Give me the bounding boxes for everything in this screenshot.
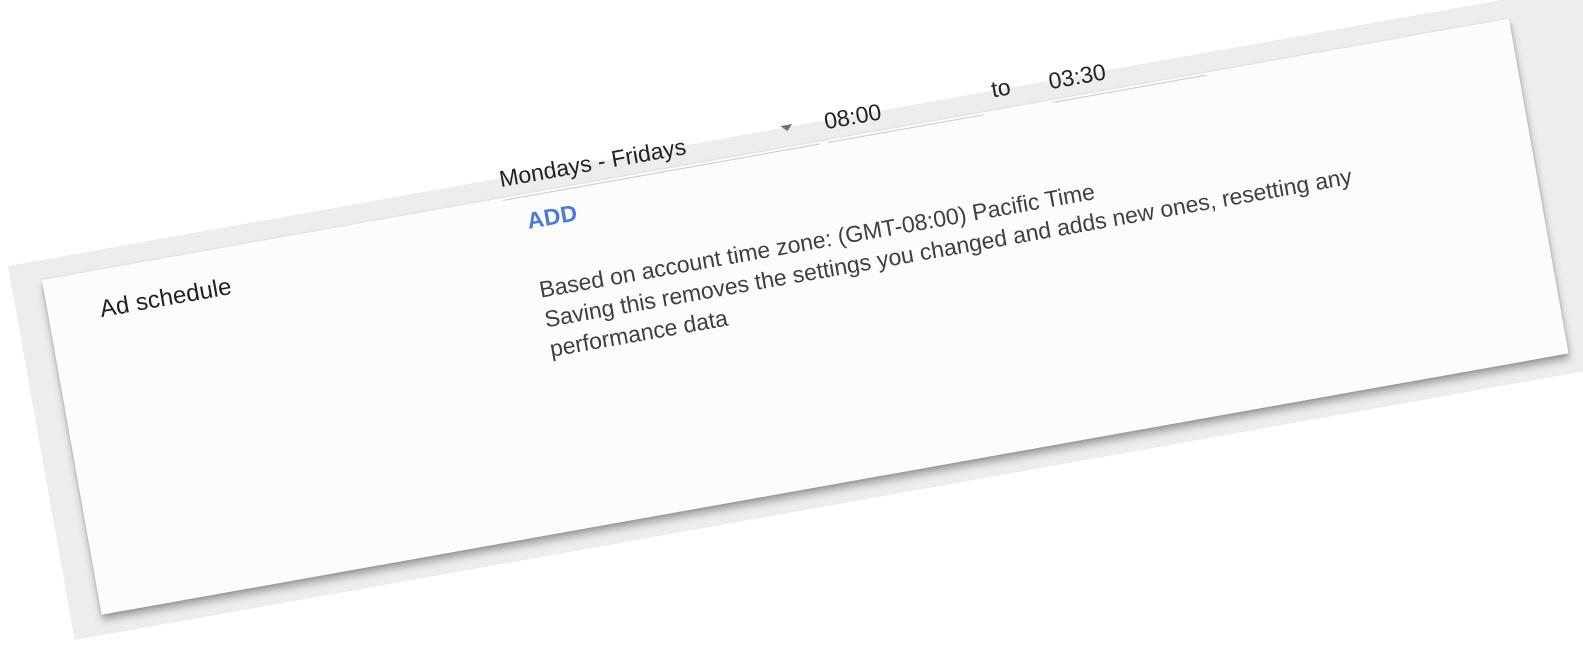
to-label: to [989, 73, 1013, 103]
add-schedule-button[interactable]: ADD [525, 199, 580, 234]
chevron-down-icon [780, 124, 794, 133]
section-label: Ad schedule [97, 273, 234, 324]
day-range-value: Mondays - Fridays [497, 133, 688, 193]
end-time-value: 03:30 [1046, 58, 1108, 95]
start-time-value: 08:00 [822, 98, 884, 135]
screenshot-stage: Ad schedule Mondays - Fridays 08:00 to 0… [0, 0, 1583, 654]
day-range-dropdown[interactable]: Mondays - Fridays [496, 104, 821, 201]
ad-schedule-card: Ad schedule Mondays - Fridays 08:00 to 0… [42, 18, 1569, 615]
start-time-field[interactable]: 08:00 [820, 74, 984, 144]
end-time-field[interactable]: 03:30 [1045, 35, 1207, 104]
